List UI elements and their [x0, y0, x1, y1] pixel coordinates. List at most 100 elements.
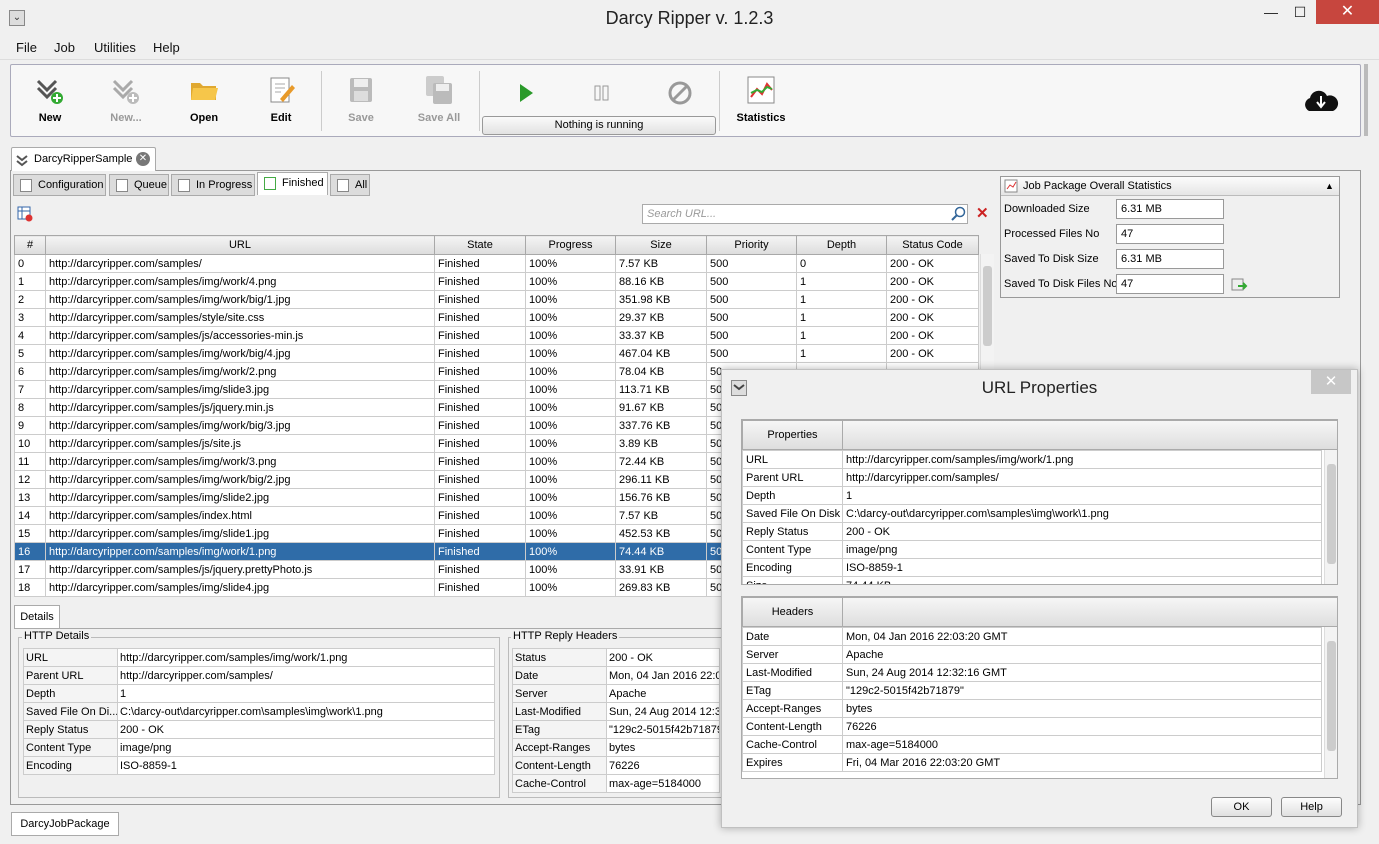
collapse-chevron-icon[interactable]: ▲ [1325, 177, 1334, 195]
floppy-disk-icon [350, 78, 372, 102]
tab-all[interactable]: All [330, 174, 370, 196]
column-header[interactable]: # [14, 235, 46, 255]
property-row[interactable]: Encoding ISO-8859-1 [23, 756, 495, 775]
properties-scrollbar[interactable] [1324, 450, 1337, 584]
headers-table: Date Mon, 04 Jan 2016 22:03:20 GMT Server A… [742, 627, 1322, 772]
tab-in-progress[interactable]: In Progress [171, 174, 255, 196]
menu-job[interactable]: Job [54, 40, 75, 55]
property-row[interactable]: Size74.44 KB [742, 576, 1322, 584]
job-package-tab[interactable]: DarcyJobPackage [11, 812, 119, 836]
tab-queue[interactable]: Queue [109, 174, 169, 196]
menu-help[interactable]: Help [153, 40, 180, 55]
table-cell: 72.44 KB [615, 452, 707, 471]
pause-button[interactable] [587, 80, 617, 106]
property-row[interactable]: Server Apache [512, 684, 720, 703]
property-row[interactable]: Parent URL http://darcyripper.com/samples… [23, 666, 495, 685]
help-button[interactable]: Help [1281, 797, 1342, 817]
export-stats-button[interactable] [1230, 277, 1248, 293]
property-row[interactable]: Expires Fri, 04 Mar 2016 22:03:20 GMT [742, 753, 1322, 772]
property-row[interactable]: Content-Length 76226 [512, 756, 720, 775]
new-button[interactable]: New [15, 65, 85, 135]
property-row[interactable]: Reply Status 200 - OK [742, 522, 1322, 541]
tab-finished[interactable]: Finished [257, 172, 328, 195]
statistics-button[interactable]: Statistics [726, 65, 796, 135]
property-row[interactable]: Last-Modified Sun, 24 Aug 2014 12:3 [512, 702, 720, 721]
table-cell: 296.11 KB [615, 470, 707, 489]
property-row[interactable]: Saved File On Disk C:\darcy-out\darcyripp… [742, 504, 1322, 523]
save-all-button[interactable]: Save All [404, 65, 474, 135]
column-header[interactable]: State [434, 235, 526, 255]
table-cell: http://darcyripper.com/samples/img/work/… [45, 362, 435, 381]
property-row[interactable]: Reply Status 200 - OK [23, 720, 495, 739]
stat-value-field[interactable]: 6.31 MB [1116, 249, 1224, 269]
column-header[interactable]: Status Code [886, 235, 979, 255]
property-row[interactable]: Encoding ISO-8859-1 [742, 558, 1322, 577]
column-header[interactable]: Size [615, 235, 707, 255]
stat-value-field[interactable]: 6.31 MB [1116, 199, 1224, 219]
property-row[interactable]: Parent URL http://darcyripper.com/samples… [742, 468, 1322, 487]
property-row[interactable]: Content Type image/png [742, 540, 1322, 559]
stat-value-field[interactable]: 47 [1116, 274, 1224, 294]
property-row[interactable]: Date Mon, 04 Jan 2016 22:03:20 GMT [742, 627, 1322, 646]
table-row[interactable]: 5 http://darcyripper.com/samples/img/work… [14, 344, 979, 363]
table-cell: Finished [434, 380, 526, 399]
property-row[interactable]: URL http://darcyripper.com/samples/img/wo… [23, 648, 495, 667]
scrollbar-thumb[interactable] [983, 266, 992, 346]
maximize-button[interactable]: ☐ [1283, 0, 1317, 24]
property-row[interactable]: Date Mon, 04 Jan 2016 22:03 [512, 666, 720, 685]
close-window-button[interactable]: ✕ [1316, 0, 1379, 24]
close-tab-icon[interactable]: ✕ [136, 152, 150, 166]
scrollbar-thumb[interactable] [1327, 464, 1336, 564]
search-input[interactable]: Search URL... [642, 204, 968, 224]
property-row[interactable]: Accept-Ranges bytes [512, 738, 720, 757]
column-header[interactable]: Progress [525, 235, 616, 255]
column-header[interactable]: Depth [796, 235, 887, 255]
table-row[interactable]: 3 http://darcyripper.com/samples/style/si… [14, 308, 979, 327]
stats-header[interactable]: Job Package Overall Statistics ▲ [1001, 177, 1339, 196]
table-row[interactable]: 1 http://darcyripper.com/samples/img/work… [14, 272, 979, 291]
property-row[interactable]: Content-Length 76226 [742, 717, 1322, 736]
property-row[interactable]: Accept-Ranges bytes [742, 699, 1322, 718]
property-row[interactable]: Depth 1 [742, 486, 1322, 505]
table-row[interactable]: 2 http://darcyripper.com/samples/img/work… [14, 290, 979, 309]
property-row[interactable]: ETag "129c2-5015f42b71879" [742, 681, 1322, 700]
cloud-download-button[interactable] [1301, 87, 1341, 115]
property-row[interactable]: Status 200 - OK [512, 648, 720, 667]
scrollbar-thumb[interactable] [1327, 641, 1336, 751]
property-row[interactable]: Cache-Control max-age=5184000 [742, 735, 1322, 754]
tab-configuration[interactable]: Configuration [13, 174, 106, 196]
ok-button[interactable]: OK [1211, 797, 1272, 817]
column-header[interactable]: URL [45, 235, 435, 255]
search-icon[interactable] [950, 206, 966, 222]
tab-details[interactable]: Details [14, 605, 60, 629]
edit-button[interactable]: Edit [246, 65, 316, 135]
document-tab[interactable]: DarcyRipperSample ✕ [11, 147, 156, 171]
headers-scrollbar[interactable] [1324, 627, 1337, 778]
menu-utilities[interactable]: Utilities [94, 40, 136, 55]
table-row[interactable]: 4 http://darcyripper.com/samples/js/acces… [14, 326, 979, 345]
dialog-close-button[interactable]: ✕ [1311, 370, 1351, 394]
property-row[interactable]: Content Type image/png [23, 738, 495, 757]
property-row[interactable]: URL http://darcyripper.com/samples/img/wo… [742, 450, 1322, 469]
stat-value-field[interactable]: 47 [1116, 224, 1224, 244]
table-cell: 1 [14, 272, 46, 291]
column-header[interactable]: Priority [706, 235, 797, 255]
menu-file[interactable]: File [16, 40, 37, 55]
property-row[interactable]: ETag "129c2-5015f42b71879 [512, 720, 720, 739]
new-dots-button[interactable]: New... [91, 65, 161, 135]
property-row[interactable]: Cache-Control max-age=5184000 [512, 774, 720, 793]
open-button[interactable]: Open [169, 65, 239, 135]
clear-search-icon[interactable]: ✕ [976, 206, 992, 222]
table-row[interactable]: 0 http://darcyripper.com/samples/Finished… [14, 254, 979, 273]
toolbar-scrollbar[interactable] [1364, 64, 1368, 136]
property-row[interactable]: Server Apache [742, 645, 1322, 664]
stop-button[interactable] [665, 80, 695, 106]
start-button[interactable] [511, 80, 541, 106]
property-row[interactable]: Last-Modified Sun, 24 Aug 2014 12:32:16 G… [742, 663, 1322, 682]
property-row[interactable]: Saved File On Di... C:\darcy-out\darcyrip… [23, 702, 495, 721]
property-value: ISO-8859-1 [842, 558, 1322, 577]
property-row[interactable]: Depth 1 [23, 684, 495, 703]
table-settings-button[interactable] [17, 206, 33, 222]
save-button[interactable]: Save [326, 65, 396, 135]
stat-label: Saved To Disk Files No [1004, 278, 1118, 290]
